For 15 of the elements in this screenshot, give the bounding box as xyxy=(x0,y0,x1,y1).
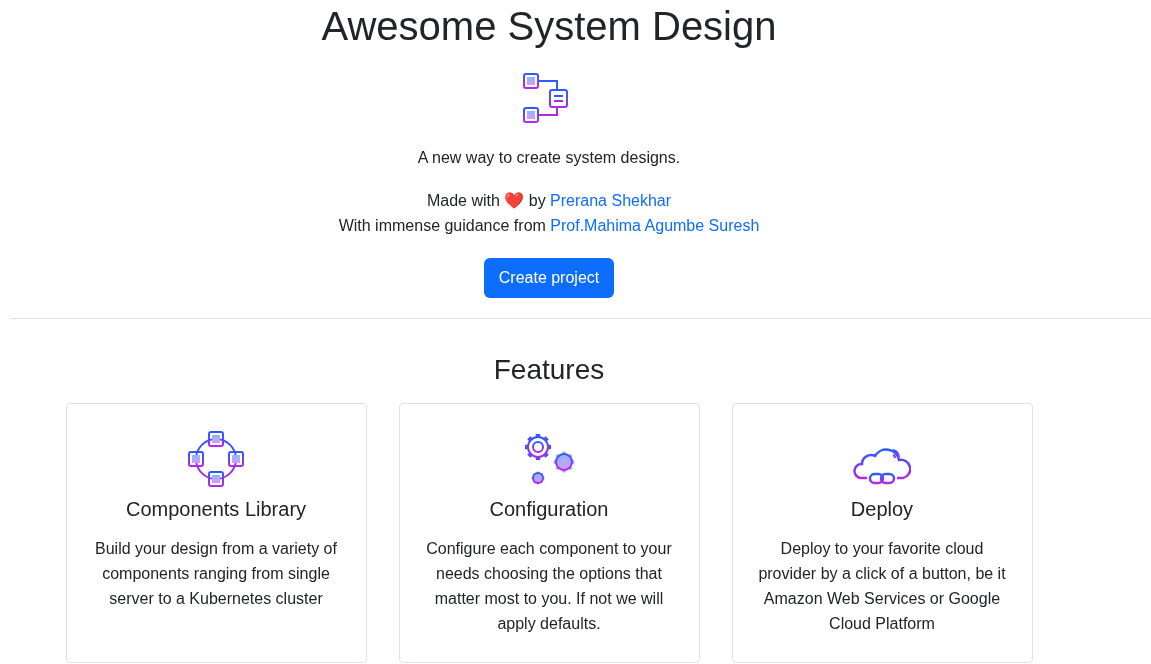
author-link[interactable]: Prerana Shekhar xyxy=(550,192,672,209)
credit-text: With immense guidance from Prof.Mahima Agumbe Suresh xyxy=(338,216,760,236)
section-heading: Features xyxy=(493,353,605,387)
author-link[interactable]: Prof.Mahima Agumbe Suresh xyxy=(550,217,760,234)
page-title: Awesome System Design xyxy=(320,3,778,50)
card-text: Configure each component to your needs choosing the options that matter most to you. If not we will apply defaults. xyxy=(425,538,673,634)
card-text: Deploy to your favorite cloud provider by a click of a button, be it Amazon Web Services or Google Cloud Platform xyxy=(757,538,1007,634)
card-text: Build your design from a variety of components ranging from single server to a Kubernetes cluster xyxy=(94,538,338,609)
card-title: Configuration xyxy=(489,496,609,522)
create-project-button[interactable]: Create project xyxy=(483,258,615,298)
card-title: Components Library xyxy=(125,496,307,522)
card-title: Deploy xyxy=(850,496,914,522)
connected-nodes-icon xyxy=(187,429,245,488)
credit-text: Made with ❤ by Prerana Shekhar xyxy=(426,191,672,211)
tagline: A new way to create system designs. xyxy=(417,148,681,168)
